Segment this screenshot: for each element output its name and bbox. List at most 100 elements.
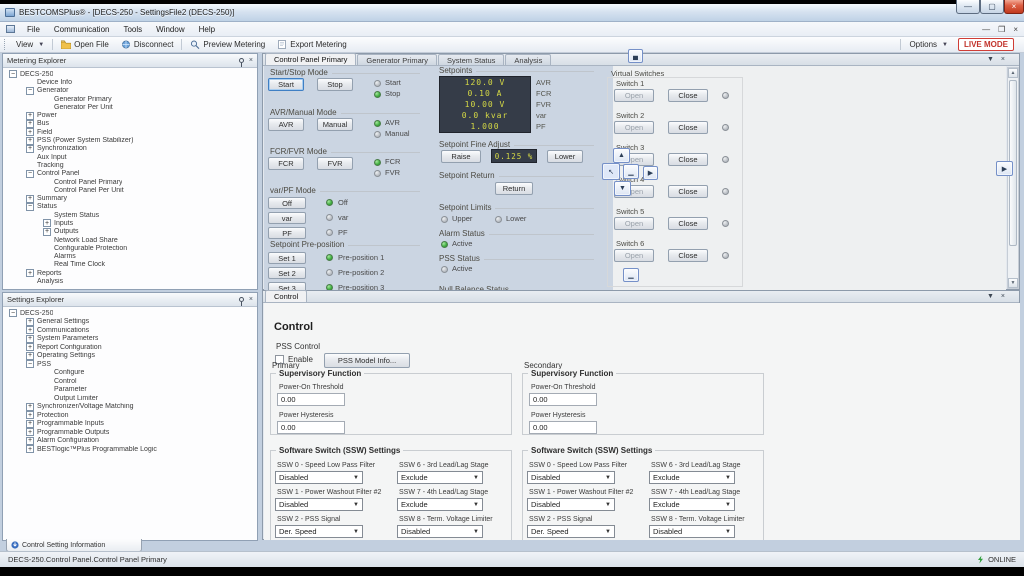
tab-system-status[interactable]: System Status <box>438 54 504 65</box>
tree-item[interactable]: Alarms <box>3 253 257 261</box>
tree-item[interactable]: +BESTlogic™Plus Programmable Logic <box>3 445 257 454</box>
var-button[interactable]: var <box>268 212 306 224</box>
tree-item[interactable]: +Summary <box>3 194 257 202</box>
power-hysteresis-input[interactable] <box>529 421 597 434</box>
expand-icon[interactable]: + <box>26 352 34 360</box>
expand-icon[interactable]: + <box>26 445 34 453</box>
close-button[interactable]: × <box>1004 0 1024 14</box>
close-icon[interactable]: × <box>249 296 253 303</box>
manual-button[interactable]: Manual <box>317 118 353 131</box>
ssw-dropdown[interactable]: Der. Speed▼ <box>275 525 363 538</box>
preview-metering-button[interactable]: Preview Metering <box>184 38 271 52</box>
pss-model-info-button[interactable]: PSS Model Info... <box>324 353 410 368</box>
tab-generator-primary[interactable]: Generator Primary <box>357 54 437 65</box>
tree-item[interactable]: +Power <box>3 111 257 119</box>
close-icon[interactable]: × <box>1001 293 1005 300</box>
mdi-close-icon[interactable]: × <box>1013 25 1018 34</box>
avr-button[interactable]: AVR <box>268 118 304 131</box>
expand-icon[interactable]: + <box>26 112 34 120</box>
tab-analysis[interactable]: Analysis <box>505 54 551 65</box>
switch-close-button[interactable]: Close <box>668 217 708 230</box>
expand-icon[interactable]: + <box>26 128 34 136</box>
tree-item[interactable]: Control Panel Per Unit <box>3 186 257 194</box>
ssw-dropdown[interactable]: Disabled▼ <box>527 471 615 484</box>
expand-icon[interactable]: + <box>26 120 34 128</box>
expand-icon[interactable]: + <box>26 318 34 326</box>
tab-control[interactable]: Control <box>265 290 307 302</box>
expand-icon[interactable]: + <box>43 219 51 227</box>
expand-icon[interactable]: + <box>26 335 34 343</box>
tree-item[interactable]: +Field <box>3 128 257 136</box>
close-icon[interactable]: × <box>249 57 253 64</box>
ssw-dropdown[interactable]: Disabled▼ <box>275 471 363 484</box>
tree-item[interactable]: +Programmable Inputs <box>3 420 257 429</box>
switch-close-button[interactable]: Close <box>668 121 708 134</box>
ssw-dropdown[interactable]: Disabled▼ <box>397 525 483 538</box>
close-icon[interactable]: × <box>1001 56 1005 63</box>
expand-icon[interactable]: + <box>26 420 34 428</box>
switch-open-button[interactable]: Open <box>614 121 654 134</box>
tree-item[interactable]: +PSS (Power System Stabilizer) <box>3 136 257 144</box>
switch-open-button[interactable]: Open <box>614 249 654 262</box>
expand-icon[interactable]: + <box>26 403 34 411</box>
expand-icon[interactable]: + <box>26 437 34 445</box>
tree-item[interactable]: +System Parameters <box>3 335 257 344</box>
tree-item[interactable]: +Synchronization <box>3 145 257 153</box>
ssw-dropdown[interactable]: Disabled▼ <box>527 498 615 511</box>
minimize-button[interactable]: — <box>956 0 980 14</box>
tree-item[interactable]: +Synchronizer/Voltage Matching <box>3 403 257 412</box>
ssw-dropdown[interactable]: Disabled▼ <box>275 498 363 511</box>
tree-item[interactable]: Configure <box>3 369 257 378</box>
tree-item[interactable]: +Programmable Outputs <box>3 428 257 437</box>
switch-close-button[interactable]: Close <box>668 185 708 198</box>
mdi-restore-icon[interactable]: ❒ <box>998 25 1005 34</box>
export-metering-button[interactable]: Export Metering <box>271 38 352 52</box>
raise-button[interactable]: Raise <box>441 150 481 163</box>
view-button[interactable]: View▼ <box>10 38 50 52</box>
menu-window[interactable]: Window <box>149 25 191 34</box>
tree-item[interactable]: +Protection <box>3 411 257 420</box>
tree-item[interactable]: +Operating Settings <box>3 352 257 361</box>
expand-icon[interactable]: + <box>43 228 51 236</box>
tree-item[interactable]: Aux Input <box>3 153 257 161</box>
expand-icon[interactable]: + <box>26 411 34 419</box>
tree-item[interactable]: −DECS-250 <box>3 70 257 78</box>
collapse-icon[interactable]: − <box>26 87 34 95</box>
tree-item[interactable]: Tracking <box>3 161 257 169</box>
fvr-button[interactable]: FVR <box>317 157 353 170</box>
pf-button[interactable]: PF <box>268 227 306 239</box>
tree-item[interactable]: +Outputs <box>3 228 257 236</box>
tree-item[interactable]: +Report Configuration <box>3 343 257 352</box>
menu-communication[interactable]: Communication <box>47 25 117 34</box>
menu-file[interactable]: File <box>20 25 47 34</box>
expand-icon[interactable]: + <box>26 137 34 145</box>
switch-open-button[interactable]: Open <box>614 217 654 230</box>
ssw-dropdown[interactable]: Der. Speed▼ <box>527 525 615 538</box>
pin-icon[interactable] <box>239 297 244 302</box>
switch-open-button[interactable]: Open <box>614 89 654 102</box>
tree-item[interactable]: Configurable Protection <box>3 244 257 252</box>
tree-item[interactable]: +Bus <box>3 120 257 128</box>
switch-close-button[interactable]: Close <box>668 89 708 102</box>
tree-item[interactable]: +General Settings <box>3 318 257 327</box>
lower-button[interactable]: Lower <box>547 150 583 163</box>
tree-item[interactable]: −Generator <box>3 87 257 95</box>
tree-item[interactable]: +Communications <box>3 326 257 335</box>
tree-item[interactable]: Control Panel Primary <box>3 178 257 186</box>
tree-item[interactable]: Real Time Clock <box>3 261 257 269</box>
mdi-minimize-icon[interactable]: — <box>982 25 990 34</box>
tree-item[interactable]: Control <box>3 377 257 386</box>
tree-item[interactable]: Device Info <box>3 78 257 86</box>
expand-icon[interactable]: + <box>26 326 34 334</box>
expand-icon[interactable]: + <box>26 343 34 351</box>
switch-close-button[interactable]: Close <box>668 249 708 262</box>
chevron-down-icon[interactable]: ▼ <box>987 293 994 300</box>
collapse-icon[interactable]: − <box>9 70 17 78</box>
set-1-button[interactable]: Set 1 <box>268 252 306 264</box>
expand-icon[interactable]: + <box>26 145 34 153</box>
menu-help[interactable]: Help <box>192 25 222 34</box>
collapse-icon[interactable]: − <box>26 170 34 178</box>
tree-item[interactable]: +Reports <box>3 269 257 277</box>
ssw-dropdown[interactable]: Exclude▼ <box>397 471 483 484</box>
collapse-icon[interactable]: − <box>9 309 17 317</box>
